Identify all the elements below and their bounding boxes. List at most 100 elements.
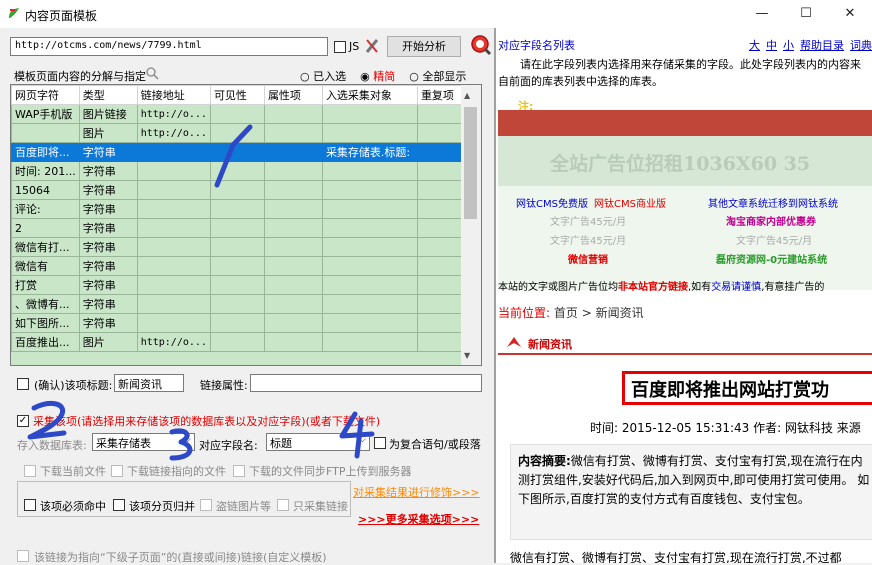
ad-link-free[interactable]: 网钛CMS免费版 xyxy=(516,195,588,210)
table-cell[interactable] xyxy=(263,123,323,143)
table-cell[interactable] xyxy=(263,275,323,295)
table-row[interactable]: 微信有 字符串 xyxy=(11,256,471,276)
field-name-select[interactable]: 标题 ⌵ xyxy=(266,433,370,451)
table-cell[interactable] xyxy=(321,294,418,314)
table-cell[interactable]: 字符串 xyxy=(78,199,138,219)
ad-link-wechat[interactable]: 微信营销 xyxy=(568,251,608,266)
links-only-checkbox[interactable] xyxy=(277,499,289,511)
table-cell[interactable] xyxy=(136,275,211,295)
table-cell[interactable] xyxy=(263,256,323,276)
col-header[interactable]: 链接地址 xyxy=(136,85,211,105)
table-cell[interactable] xyxy=(136,180,211,200)
breadcrumb-current[interactable]: 新闻资讯 xyxy=(596,306,644,320)
table-cell[interactable] xyxy=(263,237,323,257)
search-globe-icon[interactable] xyxy=(470,34,492,56)
js-checkbox[interactable] xyxy=(334,41,346,53)
table-cell[interactable]: 字符串 xyxy=(78,275,138,295)
table-cell[interactable] xyxy=(263,313,323,333)
table-cell[interactable] xyxy=(136,199,211,219)
hotlink-checkbox[interactable] xyxy=(200,499,212,511)
magnifier-icon[interactable] xyxy=(146,67,159,80)
table-cell[interactable] xyxy=(209,275,265,295)
close-button[interactable]: ✕ xyxy=(828,0,872,28)
table-cell[interactable]: 字符串 xyxy=(78,161,138,181)
dictionary-link[interactable]: 词典 xyxy=(850,37,872,53)
col-header[interactable]: 入选采集对象 xyxy=(321,85,418,105)
table-cell[interactable]: 如下图所... xyxy=(11,313,80,333)
table-row[interactable]: 评论: 字符串 xyxy=(11,199,471,219)
table-cell[interactable] xyxy=(321,218,418,238)
table-cell[interactable] xyxy=(209,123,265,143)
table-cell[interactable] xyxy=(209,256,265,276)
table-cell[interactable] xyxy=(136,256,211,276)
table-cell[interactable]: 字符串 xyxy=(78,142,138,162)
table-cell[interactable] xyxy=(209,332,265,352)
table-row[interactable]: 微信有打... 字符串 xyxy=(11,237,471,257)
col-header[interactable]: 属性项 xyxy=(263,85,323,105)
table-cell[interactable] xyxy=(321,161,418,181)
col-header[interactable]: 可见性 xyxy=(209,85,265,105)
url-input[interactable]: http://otcms.com/news/7799.html xyxy=(10,37,328,56)
table-cell[interactable]: 字符串 xyxy=(78,313,138,333)
modify-result-link[interactable]: 对采集结果进行修饰>>> xyxy=(353,484,480,500)
table-cell[interactable] xyxy=(209,218,265,238)
radio-selected-only[interactable]: ○ 已入选 xyxy=(300,68,346,84)
table-cell[interactable]: 百度即将... xyxy=(11,142,80,162)
table-cell[interactable]: 字符串 xyxy=(78,294,138,314)
panel-divider[interactable] xyxy=(494,28,496,563)
table-cell[interactable]: 字符串 xyxy=(78,180,138,200)
table-cell[interactable]: 评论: xyxy=(11,199,80,219)
table-cell[interactable] xyxy=(209,237,265,257)
notice-link[interactable]: 交易请谨慎 xyxy=(711,282,761,293)
table-cell[interactable]: 2 xyxy=(11,218,80,238)
table-cell[interactable] xyxy=(321,123,418,143)
table-cell[interactable] xyxy=(263,294,323,314)
col-header[interactable]: 类型 xyxy=(78,85,138,105)
grid-scrollbar[interactable]: ▲ ▼ xyxy=(461,85,481,365)
compound-checkbox[interactable] xyxy=(374,437,386,449)
analyze-button[interactable]: 开始分析 xyxy=(387,36,461,57)
must-hit-checkbox[interactable] xyxy=(24,499,36,511)
download-current-checkbox[interactable] xyxy=(24,465,36,477)
table-row[interactable]: 、微博有... 字符串 xyxy=(11,294,471,314)
table-cell[interactable]: http://o... xyxy=(136,123,211,143)
table-cell[interactable] xyxy=(263,142,323,162)
ad-link-resource[interactable]: 磊府资源网-0元建站系统 xyxy=(716,251,827,266)
size-small-link[interactable]: 小 xyxy=(783,37,794,53)
table-cell[interactable] xyxy=(209,142,265,162)
table-cell[interactable]: 图片 xyxy=(78,332,138,352)
table-cell[interactable] xyxy=(321,237,418,257)
table-cell[interactable] xyxy=(321,199,418,219)
size-medium-link[interactable]: 中 xyxy=(766,37,777,53)
subpage-link-checkbox[interactable] xyxy=(17,550,29,562)
table-row[interactable]: 如下图所... 字符串 xyxy=(11,313,471,333)
page-merge-checkbox[interactable] xyxy=(113,499,125,511)
table-cell[interactable] xyxy=(136,218,211,238)
table-cell[interactable]: 时间: 201... xyxy=(11,161,80,181)
download-linked-checkbox[interactable] xyxy=(111,465,123,477)
table-row[interactable]: WAP手机版 图片链接 http://o... xyxy=(11,104,471,124)
table-cell[interactable]: 百度推出... xyxy=(11,332,80,352)
table-row[interactable]: 百度推出... 图片 http://o... xyxy=(11,332,471,352)
title-input[interactable]: 新闻资讯 xyxy=(114,374,184,392)
db-table-select[interactable]: 采集存储表 ⌵ xyxy=(92,433,195,451)
table-cell[interactable] xyxy=(209,294,265,314)
table-cell[interactable] xyxy=(263,180,323,200)
table-row[interactable]: 15064 字符串 xyxy=(11,180,471,200)
table-cell[interactable] xyxy=(136,142,211,162)
table-cell[interactable]: 微信有 xyxy=(11,256,80,276)
table-cell[interactable] xyxy=(263,161,323,181)
table-cell[interactable] xyxy=(136,161,211,181)
more-options-link[interactable]: >>>更多采集选项>>> xyxy=(358,511,479,527)
col-header[interactable]: 网页字符 xyxy=(11,85,80,105)
table-cell[interactable] xyxy=(263,332,323,352)
table-cell[interactable]: 字符串 xyxy=(78,218,138,238)
radio-show-all[interactable]: ○ 全部显示 xyxy=(409,68,466,84)
table-cell[interactable] xyxy=(136,294,211,314)
ad-link-pro[interactable]: 网钛CMS商业版 xyxy=(594,195,666,210)
table-cell[interactable] xyxy=(209,199,265,219)
table-cell[interactable] xyxy=(321,313,418,333)
table-cell[interactable] xyxy=(209,313,265,333)
scrollbar-thumb[interactable] xyxy=(464,107,477,219)
table-cell[interactable]: 图片 xyxy=(78,123,138,143)
